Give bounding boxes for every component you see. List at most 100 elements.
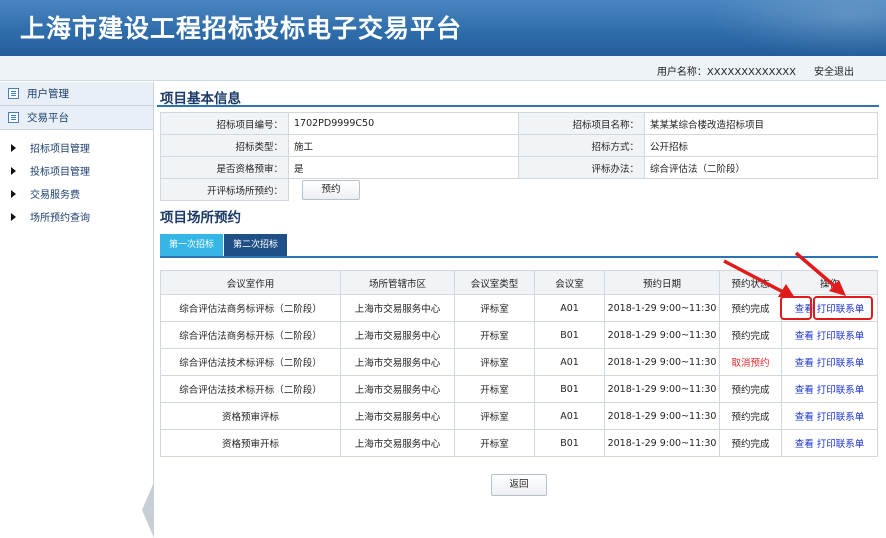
user-name-label: 用户名称：XXXXXXXXXXXXX [656,67,796,78]
cell-ops: 查看 打印联系单 [781,375,878,403]
reservation-table: 会议室作用 场所管辖市区 会议室类型 会议室 预约日期 预约状态 操作 综合评估… [160,270,878,457]
cell-room: B01 [534,429,605,457]
cell-district: 上海市交易服务中心 [340,375,455,403]
project-no-label: 招标项目编号： [160,112,289,135]
cell-date: 2018-1-29 9:00~11:30 [604,429,720,457]
cell-status: 预约完成 [719,294,782,322]
cell-room: B01 [534,375,605,403]
column-header: 预约日期 [604,270,720,295]
eval-method-label: 评标办法： [518,156,645,179]
cell-district: 上海市交易服务中心 [340,294,455,322]
project-name-label: 招标项目名称： [518,112,645,135]
cell-district: 上海市交易服务中心 [340,321,455,349]
reserve-button[interactable]: 预约 [302,179,360,200]
venue-cell: 预约 [288,178,878,201]
list-icon [8,112,19,123]
cell-status: 预约完成 [719,429,782,457]
cell-room-type: 评标室 [454,348,535,376]
section-divider [157,105,879,107]
table-row: 资格预审评标 上海市交易服务中心 评标室 A01 2018-1-29 9:00~… [160,402,878,430]
cell-date: 2018-1-29 9:00~11:30 [604,294,720,322]
view-link[interactable]: 查看 [795,331,814,342]
sidebar-item-label: 交易服务费 [30,190,80,201]
cell-date: 2018-1-29 9:00~11:30 [604,321,720,349]
app-header: 上海市建设工程招标投标电子交易平台 [0,0,886,56]
tab-first-bid[interactable]: 第一次招标 [160,234,224,256]
sidebar-item-label: 招标项目管理 [30,144,90,155]
section-title-reservation: 项目场所预约 [160,210,241,226]
cell-purpose: 资格预审评标 [160,402,341,430]
tab-second-bid[interactable]: 第二次招标 [224,234,288,256]
cell-room-type: 评标室 [454,402,535,430]
sidebar-section-user[interactable]: 用户管理 [0,82,153,106]
sidebar-collapse-handle[interactable] [142,482,154,538]
sidebar-item-label: 场所预约查询 [30,213,90,224]
print-link[interactable]: 打印联系单 [817,331,865,342]
cell-purpose: 综合评估法技术标开标（二阶段） [160,375,341,403]
main-content: 项目基本信息 招标项目编号： 1702PD9999C50 招标项目名称： 某某某… [155,82,886,500]
cell-ops: 查看 打印联系单 [781,429,878,457]
project-name-value: 某某某综合楼改造招标项目 [644,112,878,135]
bid-method-label: 招标方式： [518,134,645,157]
cell-room: A01 [534,348,605,376]
column-header: 场所管辖市区 [340,270,455,295]
table-header-row: 会议室作用 场所管辖市区 会议室类型 会议室 预约日期 预约状态 操作 [160,270,878,295]
cell-room: B01 [534,321,605,349]
sidebar-item-bid-projects[interactable]: 招标项目管理 [0,136,153,159]
back-button[interactable]: 返回 [491,474,547,496]
cell-purpose: 资格预审开标 [160,429,341,457]
table-row: 综合评估法技术标评标（二阶段） 上海市交易服务中心 评标室 A01 2018-1… [160,348,878,376]
sidebar-item-venue-query[interactable]: 场所预约查询 [0,205,153,228]
sidebar-item-tender-projects[interactable]: 投标项目管理 [0,159,153,182]
print-link[interactable]: 打印联系单 [817,412,865,423]
table-row: 综合评估法商务标评标（二阶段） 上海市交易服务中心 评标室 A01 2018-1… [160,294,878,322]
column-header: 预约状态 [719,270,782,295]
print-link[interactable]: 打印联系单 [817,439,865,450]
column-header: 操作 [781,270,878,295]
user-bar: 用户名称：XXXXXXXXXXXXX 安全退出 [0,56,886,81]
print-link[interactable]: 打印联系单 [817,358,865,369]
venue-label: 开评标场所预约： [160,178,289,201]
cell-date: 2018-1-29 9:00~11:30 [604,402,720,430]
sidebar-item-service-fee[interactable]: 交易服务费 [0,182,153,205]
cell-purpose: 综合评估法商务标评标（二阶段） [160,294,341,322]
triangle-right-icon [11,189,16,198]
cell-purpose: 综合评估法商务标开标（二阶段） [160,321,341,349]
sidebar-section-trade[interactable]: 交易平台 [0,106,153,130]
table-row: 综合评估法商务标开标（二阶段） 上海市交易服务中心 开标室 B01 2018-1… [160,321,878,349]
project-no-value: 1702PD9999C50 [288,112,519,135]
highlight-view-box [780,296,812,320]
basic-info-table: 招标项目编号： 1702PD9999C50 招标项目名称： 某某某综合楼改造招标… [160,112,878,201]
list-icon [8,88,19,99]
cell-ops: 查看 打印联系单 [781,321,878,349]
cell-status: 预约完成 [719,375,782,403]
view-link[interactable]: 查看 [795,412,814,423]
cell-status: 预约完成 [719,321,782,349]
print-link[interactable]: 打印联系单 [817,385,865,396]
table-row: 资格预审开标 上海市交易服务中心 开标室 B01 2018-1-29 9:00~… [160,429,878,457]
column-header: 会议室类型 [454,270,535,295]
tab-divider [160,256,878,258]
logout-link[interactable]: 安全退出 [814,63,854,78]
bid-type-label: 招标类型： [160,134,289,157]
sidebar-section-label: 用户管理 [27,88,69,100]
cell-room-type: 开标室 [454,321,535,349]
cell-room-type: 开标室 [454,375,535,403]
cell-district: 上海市交易服务中心 [340,402,455,430]
view-link[interactable]: 查看 [795,439,814,450]
triangle-right-icon [11,212,16,221]
view-link[interactable]: 查看 [795,358,814,369]
cell-status-cancelled[interactable]: 取消预约 [719,348,782,376]
cell-district: 上海市交易服务中心 [340,348,455,376]
cell-date: 2018-1-29 9:00~11:30 [604,375,720,403]
cell-date: 2018-1-29 9:00~11:30 [604,348,720,376]
table-row: 综合评估法技术标开标（二阶段） 上海市交易服务中心 开标室 B01 2018-1… [160,375,878,403]
sidebar-item-label: 投标项目管理 [30,167,90,178]
section-title-basic-info: 项目基本信息 [160,91,241,107]
cell-purpose: 综合评估法技术标评标（二阶段） [160,348,341,376]
column-header: 会议室 [534,270,605,295]
triangle-right-icon [11,143,16,152]
bid-method-value: 公开招标 [644,134,878,157]
tab-bar: 第一次招标 第二次招标 [160,234,288,256]
view-link[interactable]: 查看 [795,385,814,396]
